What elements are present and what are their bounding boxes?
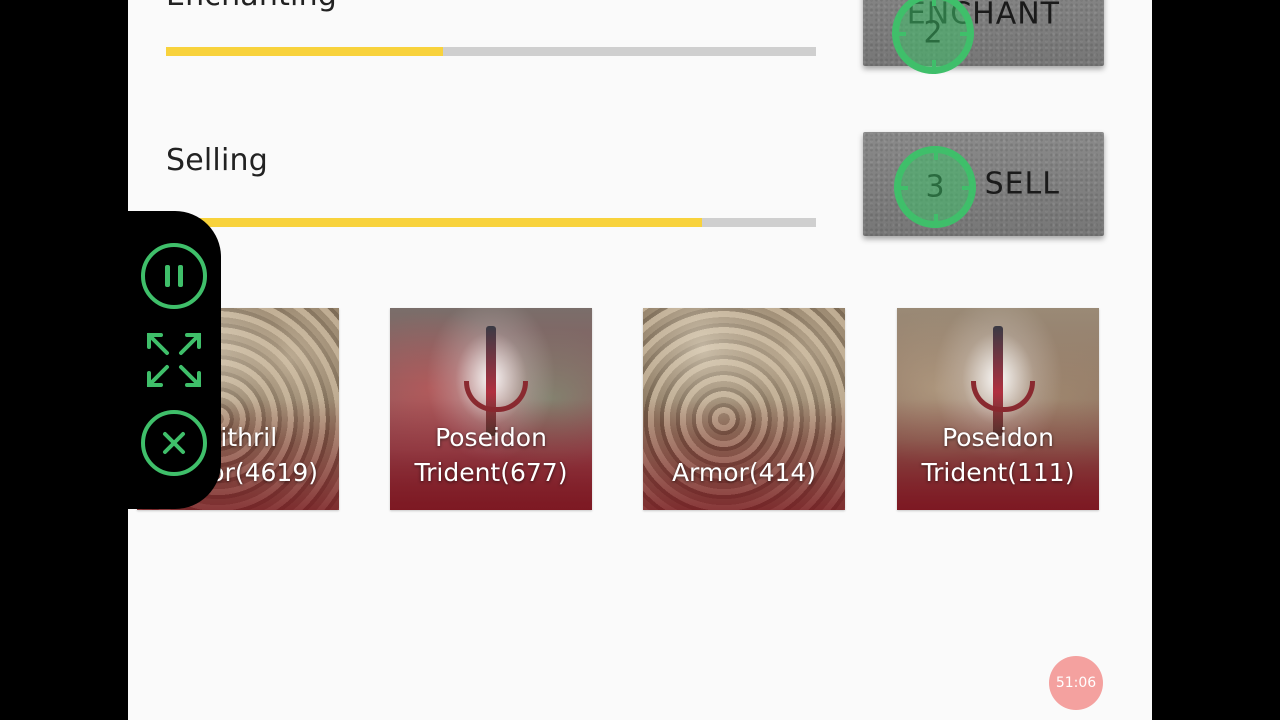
item-card[interactable]: Poseidon Trident(677) [390,308,592,510]
pause-icon-bar [165,265,170,287]
item-name-count: Trident(111) [921,458,1075,487]
close-x-icon [163,432,185,454]
app-screen: Enchanting ENCHANT Selling SELL 2 3 Mith… [128,0,1152,720]
item-name-count: Trident(677) [414,458,568,487]
crosshair-tick [932,60,936,74]
crosshair-tick [934,214,938,228]
selling-progress-bar [166,218,816,227]
recording-timer[interactable]: 51:06 [1049,656,1103,710]
tap-marker-number: 2 [923,15,943,51]
item-card-caption: Poseidon Trident(677) [390,420,592,490]
crosshair-tick [932,0,936,6]
pause-icon-bar [178,265,183,287]
close-button[interactable] [141,410,207,476]
selling-title: Selling [166,143,268,178]
item-card[interactable]: Poseidon Trident(111) [897,308,1099,510]
item-name-count: Armor(414) [671,458,817,487]
item-card-list: Mithril Armor(4619) Poseidon Trident(677… [128,308,1152,510]
item-card-caption: Poseidon Trident(111) [897,420,1099,490]
enchanting-progress-bar [166,47,816,56]
selling-progress-fill [166,218,703,227]
tap-marker-number: 3 [925,169,945,205]
enchanting-title: Enchanting [166,0,337,13]
item-card-caption: Armor(414) [643,455,845,490]
expand-icon [147,333,201,387]
crosshair-tick [934,146,938,160]
item-name: Poseidon [435,423,547,452]
pause-button[interactable] [141,243,207,309]
enchanting-progress-fill [166,47,443,56]
tap-marker-3: 3 [894,146,976,228]
expand-button[interactable] [141,327,207,393]
floating-control-panel [128,211,221,509]
item-card[interactable]: Armor(414) [643,308,845,510]
sell-button-label: SELL [984,166,1060,202]
item-name: Poseidon [942,423,1054,452]
pause-icon [141,243,207,309]
